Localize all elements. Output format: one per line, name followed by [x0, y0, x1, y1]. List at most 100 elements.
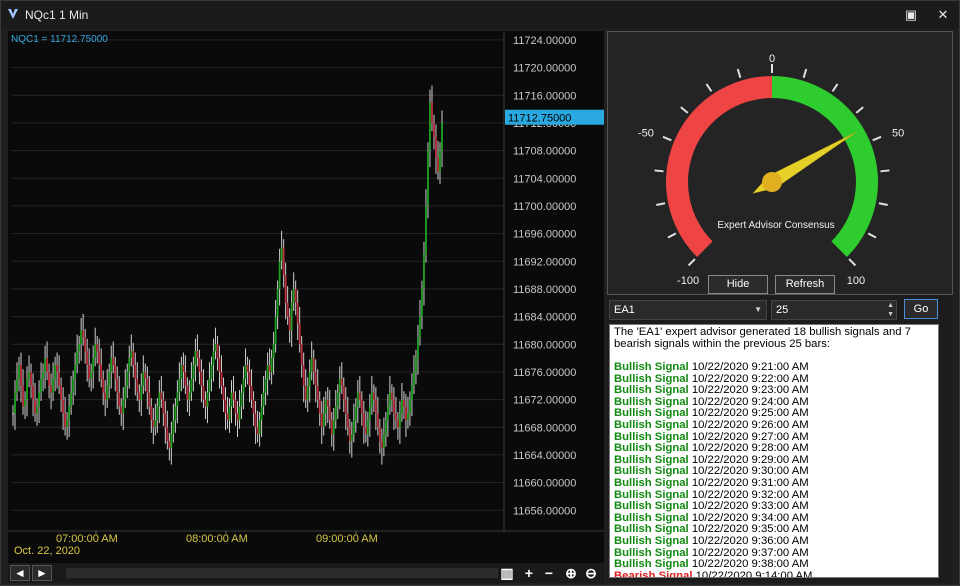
gauge-label-high: 50: [892, 127, 904, 139]
signal-type: Bullish Signal: [614, 407, 689, 420]
advisor-select-value: EA1: [614, 304, 635, 316]
candle-body: [354, 406, 357, 421]
candle-body: [14, 392, 16, 414]
instrument-label: NQC1 = 11712.75000: [11, 34, 108, 45]
candle-body: [380, 441, 383, 448]
signal-type: Bullish Signal: [614, 395, 689, 408]
zoom-out-icon[interactable]: ⊖: [582, 565, 600, 581]
candle-body: [174, 406, 177, 421]
y-tick-label: 11660.00000: [513, 478, 576, 490]
bars-stepper[interactable]: 25 ▲ ▼: [771, 300, 897, 320]
signal-type: Bearish Signal: [614, 569, 693, 578]
signal-type: Bullish Signal: [614, 558, 689, 571]
scroll-left-button[interactable]: ◄: [10, 565, 30, 581]
candle-body: [118, 392, 121, 407]
signal-time: 10/22/2020 9:14:00 AM: [692, 569, 813, 578]
gauge-tick: [705, 83, 713, 92]
y-tick-label: 11696.00000: [513, 229, 576, 241]
candle-body: [228, 406, 231, 421]
candle-body: [80, 330, 83, 345]
candle-body: [122, 399, 125, 414]
candle-body: [178, 378, 181, 393]
chevron-down-icon: ▼: [754, 305, 762, 314]
date-label: Oct. 22, 2020: [14, 545, 80, 557]
candle-body: [96, 344, 99, 352]
signal-type: Bullish Signal: [614, 384, 689, 397]
signal-report[interactable]: The 'EA1' expert advisor generated 18 bu…: [609, 324, 939, 578]
candle-body: [306, 385, 309, 400]
candle-body: [368, 406, 371, 421]
candle-body: [36, 406, 38, 414]
signal-type: Bullish Signal: [614, 418, 689, 431]
gauge-tick: [848, 258, 857, 267]
signal-type: Bullish Signal: [614, 500, 689, 513]
candle-body: [248, 371, 251, 386]
candle-body: [162, 399, 165, 414]
signal-type: Bullish Signal: [614, 465, 689, 478]
remove-indicator-button[interactable]: −: [540, 565, 558, 581]
spin-down-icon[interactable]: ▼: [887, 311, 894, 319]
gauge-tick: [878, 202, 888, 207]
candle-body: [310, 358, 313, 372]
candle-body: [338, 378, 341, 393]
candle-body: [427, 150, 429, 206]
signal-time: 10/22/2020 9:21:00 AM: [688, 361, 809, 373]
title-bar[interactable]: NQc1 1 Min ▣ ✕: [1, 1, 959, 29]
candle-body: [286, 302, 289, 317]
signal-time: 10/22/2020 9:35:00 AM: [688, 523, 809, 536]
chart-scrollbar[interactable]: [66, 568, 498, 578]
candle-body: [226, 413, 229, 421]
scroll-right-button[interactable]: ►: [32, 565, 52, 581]
y-tick-label: 11668.00000: [513, 422, 576, 434]
candle-body: [202, 385, 205, 400]
signal-time: 10/22/2020 9:30:00 AM: [688, 465, 809, 478]
candle-body: [431, 102, 433, 123]
close-button[interactable]: ✕: [931, 5, 955, 25]
signal-time: 10/22/2020 9:34:00 AM: [688, 511, 809, 524]
candle-body: [419, 316, 421, 338]
signal-time: 10/22/2020 9:22:00 AM: [688, 372, 809, 385]
signal-type: Bullish Signal: [614, 546, 689, 559]
bar-spacing-button[interactable]: ▥: [498, 565, 516, 581]
go-button[interactable]: Go: [904, 299, 938, 319]
advisor-select[interactable]: EA1 ▼: [609, 300, 767, 320]
candle-body: [340, 378, 343, 386]
candle-body: [330, 420, 333, 435]
candle-body: [222, 385, 225, 400]
candle-body: [196, 351, 199, 359]
y-tick-label: 11708.00000: [513, 146, 576, 158]
consensus-gauge-panel: -100 -50 0 50 100 Expert Advisor Consensus Hi…: [607, 31, 953, 295]
candle-body: [102, 378, 105, 393]
candle-body: [142, 371, 145, 386]
candle-body: [284, 275, 287, 303]
hide-button[interactable]: Hide: [708, 275, 768, 294]
refresh-button[interactable]: Refresh: [775, 275, 835, 294]
candle-body: [276, 288, 279, 317]
candle-body: [344, 399, 347, 414]
spin-up-icon[interactable]: ▲: [887, 302, 894, 310]
candle-body: [270, 358, 273, 372]
maximize-button[interactable]: ▣: [899, 5, 923, 25]
candle-body: [50, 385, 52, 393]
candle-body: [194, 351, 197, 365]
price-chart[interactable]: 11724.0000011720.0000011716.0000011712.0…: [8, 31, 604, 563]
chart-toolbar: ◄ ► ▥ + − ⊕ ⊖: [8, 563, 604, 583]
candle-body: [58, 371, 61, 386]
signal-type: Bullish Signal: [614, 372, 689, 385]
candle-body: [184, 371, 187, 386]
y-tick-label: 11716.00000: [513, 90, 576, 102]
candle-body: [290, 302, 293, 331]
candle-body: [234, 399, 237, 414]
candle-body: [90, 371, 93, 379]
candle-body: [292, 288, 295, 303]
zoom-in-icon[interactable]: ⊕: [562, 565, 580, 581]
candle-body: [42, 371, 44, 379]
chart-canvas[interactable]: 11724.0000011720.0000011716.0000011712.0…: [8, 31, 604, 563]
candle-body: [110, 358, 113, 372]
y-tick-label: 11672.00000: [513, 395, 576, 407]
candle-body: [318, 399, 321, 414]
add-indicator-button[interactable]: +: [520, 565, 538, 581]
gauge-tick: [867, 232, 877, 239]
candle-body: [12, 413, 14, 415]
signal-time: 10/22/2020 9:25:00 AM: [688, 407, 809, 420]
